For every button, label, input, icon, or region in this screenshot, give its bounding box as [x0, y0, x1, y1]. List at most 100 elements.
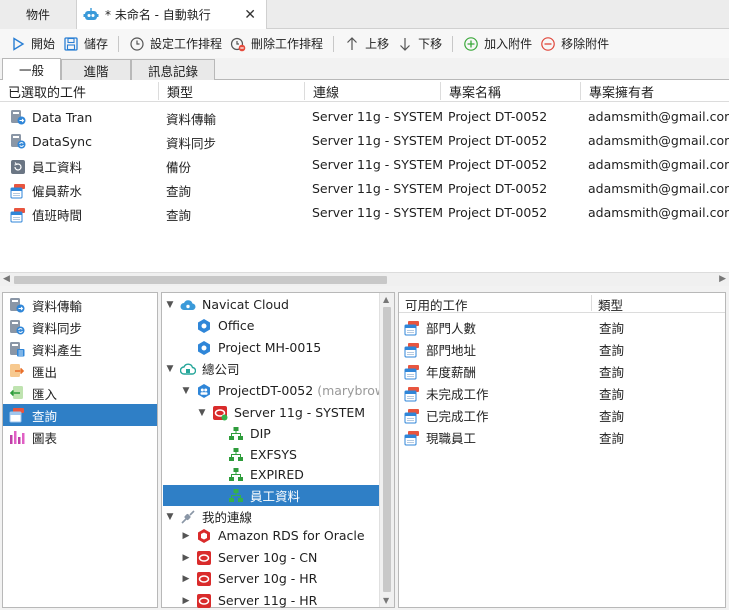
arrow-down-icon — [400, 37, 411, 51]
tree-item-server-10g-cn[interactable]: ▶ Server 10g - CN — [180, 547, 318, 568]
expand-icon[interactable]: ▶ — [180, 596, 192, 606]
vertical-scrollbar[interactable]: ▲ ▼ — [379, 293, 394, 607]
scrollbar-thumb[interactable] — [383, 307, 391, 592]
move-down-button[interactable]: 下移 — [393, 33, 446, 55]
tree-item-schema-expired[interactable]: EXPIRED — [212, 464, 304, 485]
expand-icon[interactable]: ▶ — [180, 553, 192, 563]
table-header: 可用的工作 類型 — [399, 293, 725, 313]
query-icon — [404, 364, 419, 379]
remove-attachment-button[interactable]: 移除附件 — [536, 33, 613, 55]
tab-objects-label: 物件 — [25, 8, 50, 22]
tree-item-server-11g-hr[interactable]: ▶ Server 11g - HR — [180, 590, 318, 610]
add-attachment-button[interactable]: 加入附件 — [459, 33, 536, 55]
move-up-button[interactable]: 上移 — [340, 33, 393, 55]
table-row[interactable]: 現職員工 查詢 — [399, 425, 725, 447]
query-icon — [10, 207, 25, 222]
on-prem-cloud-icon — [180, 363, 196, 375]
close-icon[interactable]: ✕ — [244, 7, 256, 23]
job-project: Project DT-0052 — [448, 205, 548, 220]
tree-item-headquarters[interactable]: ▼ 總公司 — [164, 358, 240, 379]
table-row[interactable]: Data Tran 資料傳輸 Server 11g - SYSTEM Proje… — [0, 106, 729, 130]
column-header[interactable]: 連線 — [304, 82, 339, 101]
remove-circle-icon — [541, 36, 555, 51]
column-header[interactable]: 類型 — [158, 82, 193, 101]
shared-project-icon — [198, 383, 210, 398]
job-type: 查詢 — [166, 184, 192, 199]
save-button[interactable]: 儲存 — [59, 33, 112, 55]
tree-item-server-11g-system[interactable]: ▼ Server 11g - SYSTEM — [196, 402, 365, 423]
table-header: 已選取的工件 類型 連線 專案名稱 專案擁有者 — [0, 80, 729, 102]
column-header[interactable]: 類型 — [591, 295, 623, 313]
tree-item-schema-dip[interactable]: DIP — [212, 423, 271, 444]
table-row[interactable]: 部門地址 查詢 — [399, 337, 725, 359]
table-row[interactable]: 僱員薪水 查詢 Server 11g - SYSTEM Project DT-0… — [0, 178, 729, 202]
set-schedule-button[interactable]: 設定工作排程 — [125, 33, 226, 55]
delete-schedule-button[interactable]: 刪除工作排程 — [226, 33, 327, 55]
available-job-type: 查詢 — [599, 365, 625, 380]
tree-item-amazon-rds[interactable]: ▶ Amazon RDS for Oracle — [180, 525, 365, 546]
category-data-transfer[interactable]: 資料傳輸 — [3, 294, 157, 316]
query-icon — [404, 320, 419, 335]
scroll-left-icon[interactable]: ◀ — [3, 274, 10, 284]
tree-item-projectdt-0052[interactable]: ▼ ProjectDT-0052 (marybrown — [180, 380, 394, 401]
tree-item-project-mh-0015[interactable]: Project MH-0015 — [180, 337, 321, 358]
column-header[interactable]: 可用的工作 — [399, 295, 468, 313]
scroll-right-icon[interactable]: ▶ — [719, 274, 726, 284]
tab-automation[interactable]: * 未命名 - 自動執行 ✕ — [77, 0, 267, 29]
tree-item-my-connections[interactable]: ▼ 我的連線 — [164, 506, 252, 527]
horizontal-scrollbar[interactable]: ◀ ▶ — [0, 272, 729, 286]
expand-icon[interactable]: ▼ — [196, 408, 208, 418]
category-label: 匯入 — [32, 386, 58, 402]
scroll-down-icon[interactable]: ▼ — [383, 596, 389, 605]
job-name: 僱員薪水 — [32, 184, 83, 199]
expand-icon[interactable]: ▼ — [164, 364, 176, 374]
table-row[interactable]: DataSync 資料同步 Server 11g - SYSTEM Projec… — [0, 130, 729, 154]
job-name: 年度薪酬 — [426, 365, 477, 380]
table-row[interactable]: 已完成工作 查詢 — [399, 403, 725, 425]
project-icon — [198, 318, 210, 333]
tree-label: Office — [218, 318, 255, 333]
tree-item-navicat-cloud[interactable]: ▼ Navicat Cloud — [164, 294, 289, 315]
table-row[interactable]: 值班時間 查詢 Server 11g - SYSTEM Project DT-0… — [0, 202, 729, 226]
category-data-generation[interactable]: 資料產生 — [3, 338, 157, 360]
table-row[interactable]: 員工資料 備份 Server 11g - SYSTEM Project DT-0… — [0, 154, 729, 178]
tab-objects[interactable]: 物件 — [0, 0, 77, 29]
tree-item-schema-exfsys[interactable]: EXFSYS — [212, 444, 297, 465]
expand-icon[interactable]: ▼ — [164, 512, 176, 522]
tree-item-schema-employee-data[interactable]: 員工資料 — [163, 485, 379, 506]
job-name-cell: Data Tran — [10, 109, 92, 125]
table-row[interactable]: 年度薪酬 查詢 — [399, 359, 725, 381]
category-chart[interactable]: 圖表 — [3, 426, 157, 448]
column-header[interactable]: 已選取的工件 — [0, 82, 86, 101]
play-icon — [13, 36, 25, 51]
data-sync-icon — [11, 134, 26, 149]
expand-icon[interactable]: ▶ — [180, 531, 192, 541]
job-name: 部門人數 — [426, 321, 477, 336]
category-data-sync[interactable]: 資料同步 — [3, 316, 157, 338]
job-project: Project DT-0052 — [448, 181, 548, 196]
expand-icon[interactable]: ▶ — [180, 574, 192, 584]
column-header[interactable]: 專案擁有者 — [580, 82, 654, 101]
table-row[interactable]: 未完成工作 查詢 — [399, 381, 725, 403]
expand-icon[interactable]: ▼ — [164, 300, 176, 310]
scroll-up-icon[interactable]: ▲ — [383, 295, 389, 304]
category-export[interactable]: 匯出 — [3, 360, 157, 382]
arrow-up-icon — [347, 36, 357, 50]
sub-tab-bar: 一般 進階 訊息記錄 — [0, 58, 729, 80]
tab-advanced[interactable]: 進階 — [61, 59, 131, 80]
category-query[interactable]: 查詢 — [3, 404, 157, 426]
tree-item-server-10g-hr[interactable]: ▶ Server 10g - HR — [180, 568, 318, 589]
tree-item-office[interactable]: Office — [180, 315, 255, 336]
category-label: 資料傳輸 — [32, 298, 83, 314]
column-header[interactable]: 專案名稱 — [440, 82, 501, 101]
tab-message-log-label: 訊息記錄 — [147, 63, 198, 79]
available-job-name: 年度薪酬 — [404, 362, 476, 381]
start-button[interactable]: 開始 — [6, 33, 59, 55]
tab-general[interactable]: 一般 — [2, 58, 61, 80]
table-row[interactable]: 部門人數 查詢 — [399, 315, 725, 337]
scrollbar-thumb[interactable] — [14, 276, 387, 284]
expand-icon[interactable]: ▼ — [180, 386, 192, 396]
category-import[interactable]: 匯入 — [3, 382, 157, 404]
tab-message-log[interactable]: 訊息記錄 — [131, 59, 215, 80]
tab-advanced-label: 進階 — [83, 63, 109, 79]
